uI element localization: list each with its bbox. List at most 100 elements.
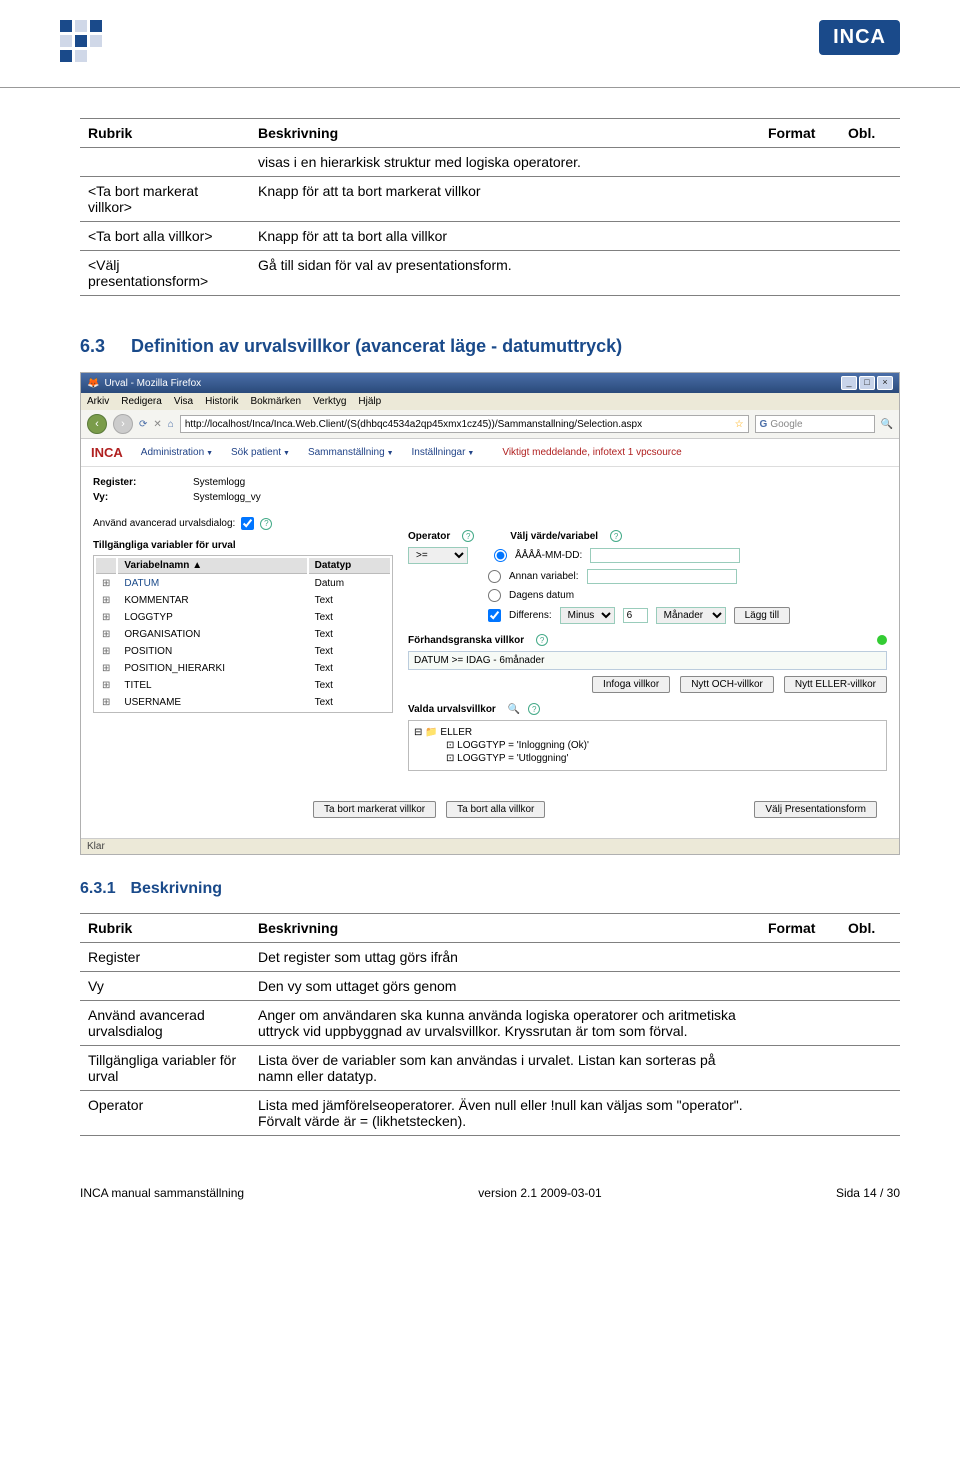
date-input[interactable]: [590, 548, 740, 563]
table-row[interactable]: ⊞LOGGTYPText: [96, 610, 390, 625]
diff-unit-select[interactable]: Månader: [656, 607, 726, 624]
table-row[interactable]: ⊞DATUMDatum: [96, 576, 390, 591]
page-footer: INCA manual sammanställning version 2.1 …: [80, 1186, 900, 1200]
search-icon[interactable]: 🔍: [881, 419, 893, 430]
radio-date[interactable]: [494, 549, 507, 562]
search-icon[interactable]: 🔍: [508, 704, 520, 715]
ta-bort-alla-button[interactable]: Ta bort alla villkor: [446, 801, 545, 818]
menu-redigera[interactable]: Redigera: [121, 396, 162, 407]
folder-icon: 📁: [425, 727, 437, 738]
menu-administration[interactable]: Administration: [141, 447, 213, 458]
radio-dagens-datum[interactable]: [488, 589, 501, 602]
inca-app-logo: INCA: [91, 445, 123, 460]
row-rubrik: <Ta bort markerat villkor>: [80, 177, 250, 222]
opt-var-label: Annan variabel:: [509, 571, 579, 582]
table-6-3-1-description: Rubrik Beskrivning Format Obl. Register …: [80, 913, 900, 1136]
variable-input[interactable]: [587, 569, 737, 584]
collapse-icon[interactable]: ⊟: [414, 727, 422, 738]
opt-today-label: Dagens datum: [509, 590, 574, 601]
row-besk: Knapp för att ta bort alla villkor: [250, 222, 760, 251]
help-icon[interactable]: ?: [610, 530, 622, 542]
help-icon[interactable]: ?: [528, 703, 540, 715]
opt-date-label: ÅÅÅÅ-MM-DD:: [515, 550, 582, 561]
intro-desc: visas i en hierarkisk struktur med logis…: [250, 148, 760, 177]
menu-arkiv[interactable]: Arkiv: [87, 396, 109, 407]
th-obl: Obl.: [840, 914, 900, 943]
google-icon: G: [760, 419, 768, 430]
browser-navbar: ‹ › ⟳ ✕ ⌂ http://localhost/Inca/Inca.Web…: [81, 410, 899, 439]
search-box[interactable]: G Google: [755, 415, 875, 433]
tree-root[interactable]: ⊟ 📁 ELLER: [414, 726, 881, 739]
th-rubrik: Rubrik: [80, 119, 250, 148]
reload-icon[interactable]: ⟳: [139, 419, 147, 430]
th-varname[interactable]: Variabelnamn ▲: [118, 558, 306, 574]
th-obl: Obl.: [840, 119, 900, 148]
table-row[interactable]: ⊞ORGANISATIONText: [96, 627, 390, 642]
menu-sok-patient[interactable]: Sök patient: [231, 447, 290, 458]
diff-n-input[interactable]: [623, 608, 648, 623]
forward-button[interactable]: ›: [113, 414, 133, 434]
vy-label: Vy:: [93, 492, 183, 503]
table-row[interactable]: ⊞USERNAMEText: [96, 695, 390, 710]
home-icon[interactable]: ⌂: [168, 419, 174, 430]
row-rubrik: Använd avancerad urvalsdialog: [80, 1001, 250, 1046]
row-besk: Det register som uttag görs ifrån: [250, 943, 760, 972]
back-button[interactable]: ‹: [87, 414, 107, 434]
browser-menubar: Arkiv Redigera Visa Historik Bokmärken V…: [81, 393, 899, 410]
tree-item[interactable]: ⊡ LOGGTYP = 'Utloggning': [414, 752, 881, 765]
stop-icon[interactable]: ✕: [153, 419, 161, 430]
statusbar: Klar: [81, 838, 899, 854]
diff-sign-select[interactable]: Minus: [560, 607, 615, 624]
header-decoration: [60, 20, 117, 77]
nytt-eller-villkor-button[interactable]: Nytt ELLER-villkor: [784, 676, 887, 693]
notice-text: Viktigt meddelande, infotext 1 vpcsource: [502, 447, 681, 458]
infoga-villkor-button[interactable]: Infoga villkor: [592, 676, 670, 693]
maximize-button[interactable]: □: [859, 376, 875, 390]
tree-item[interactable]: ⊡ LOGGTYP = 'Inloggning (Ok)': [414, 739, 881, 752]
help-icon[interactable]: ?: [462, 530, 474, 542]
row-rubrik: Operator: [80, 1091, 250, 1136]
nytt-och-villkor-button[interactable]: Nytt OCH-villkor: [680, 676, 774, 693]
table-row[interactable]: ⊞POSITION_HIERARKIText: [96, 661, 390, 676]
th-format: Format: [760, 119, 840, 148]
section-6-3: 6.3 Definition av urvalsvillkor (avancer…: [80, 336, 900, 357]
valj-presentationsform-button[interactable]: Välj Presentationsform: [754, 801, 877, 818]
register-label: Register:: [93, 477, 183, 488]
th-datatype[interactable]: Datatyp: [309, 558, 390, 574]
preview-box: DATUM >= IDAG - 6månader: [408, 651, 887, 670]
menu-bokmarken[interactable]: Bokmärken: [250, 396, 301, 407]
operator-select[interactable]: >=: [408, 547, 468, 564]
vars-panel-title: Tillgängliga variabler för urval: [93, 540, 393, 551]
row-rubrik: Tillgängliga variabler för urval: [80, 1046, 250, 1091]
menu-historik[interactable]: Historik: [205, 396, 238, 407]
menu-verktyg[interactable]: Verktyg: [313, 396, 346, 407]
differens-checkbox[interactable]: [488, 609, 501, 622]
advanced-dialog-label: Använd avancerad urvalsdialog:: [93, 518, 235, 529]
help-icon[interactable]: ?: [260, 518, 272, 530]
minimize-button[interactable]: _: [841, 376, 857, 390]
row-rubrik: Vy: [80, 972, 250, 1001]
menu-sammanstallning[interactable]: Sammanställning: [308, 447, 394, 458]
vy-value: Systemlogg_vy: [193, 492, 261, 503]
table-row[interactable]: ⊞KOMMENTARText: [96, 593, 390, 608]
th-format: Format: [760, 914, 840, 943]
page-header: INCA: [0, 0, 960, 88]
url-bar[interactable]: http://localhost/Inca/Inca.Web.Client/(S…: [180, 415, 749, 433]
footer-center: version 2.1 2009-03-01: [478, 1186, 601, 1200]
help-icon[interactable]: ?: [536, 634, 548, 646]
advanced-dialog-checkbox[interactable]: [241, 517, 254, 530]
differens-label: Differens:: [509, 610, 552, 621]
menu-installningar[interactable]: Inställningar: [412, 447, 475, 458]
window-title: Urval - Mozilla Firefox: [104, 378, 201, 389]
table-row[interactable]: ⊞POSITIONText: [96, 644, 390, 659]
menu-visa[interactable]: Visa: [174, 396, 193, 407]
menu-hjalp[interactable]: Hjälp: [358, 396, 381, 407]
row-besk: Gå till sidan för val av presentationsfo…: [250, 251, 760, 296]
table-row[interactable]: ⊞TITELText: [96, 678, 390, 693]
ta-bort-markerat-button[interactable]: Ta bort markerat villkor: [313, 801, 436, 818]
valda-title: Valda urvalsvillkor: [408, 704, 496, 715]
lagg-till-button[interactable]: Lägg till: [734, 607, 790, 624]
radio-annan-variabel[interactable]: [488, 570, 501, 583]
row-besk: Lista med jämförelseoperatorer. Även nul…: [250, 1091, 760, 1136]
close-button[interactable]: ×: [877, 376, 893, 390]
